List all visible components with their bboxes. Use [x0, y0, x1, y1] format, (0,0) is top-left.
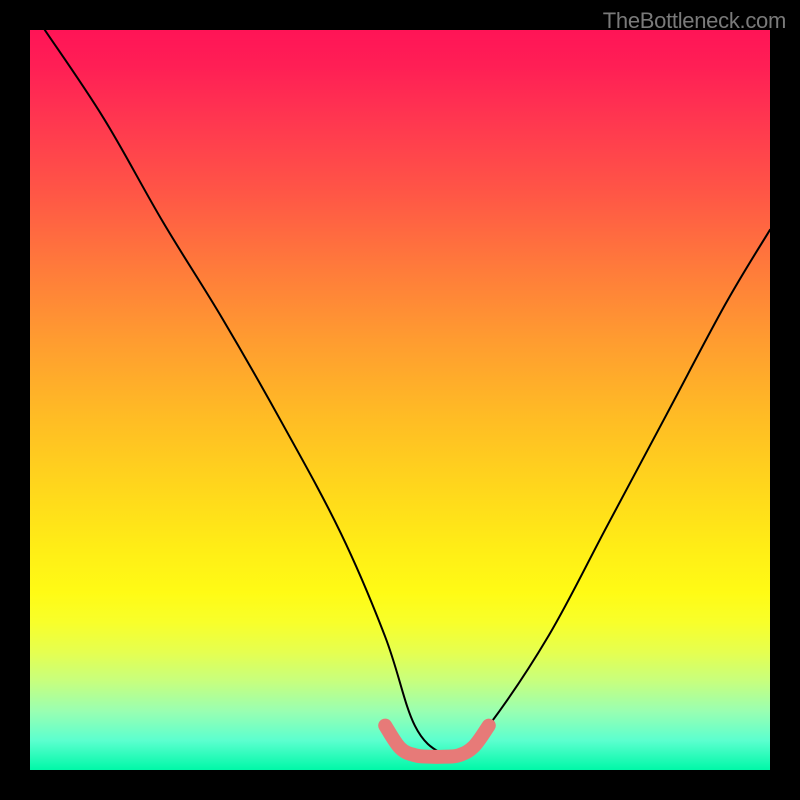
optimal-range-marker [30, 30, 770, 770]
chart-plot-area [30, 30, 770, 770]
watermark-text: TheBottleneck.com [603, 8, 786, 34]
